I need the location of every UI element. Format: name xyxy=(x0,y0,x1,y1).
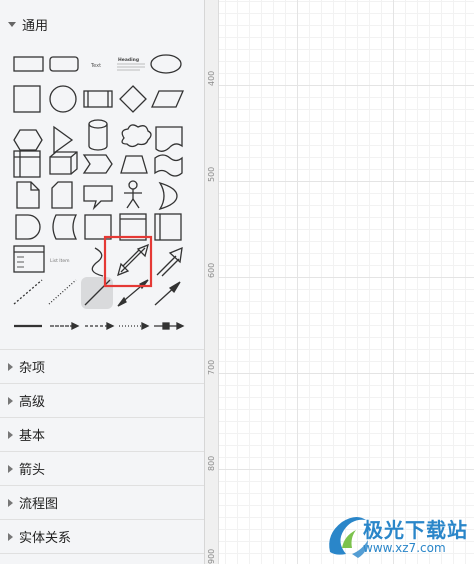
shape-delay[interactable] xyxy=(15,214,41,240)
shape-triangle[interactable] xyxy=(53,125,74,155)
shape-dashed-link-arrow[interactable] xyxy=(85,321,115,331)
shape-rounded-rectangle[interactable] xyxy=(49,56,79,72)
shape-square-2[interactable] xyxy=(84,214,112,240)
shape-curve[interactable] xyxy=(91,247,104,277)
shape-process[interactable] xyxy=(83,90,113,108)
shape-heading-textbox[interactable] xyxy=(117,63,145,71)
ruler-label-400: 400 xyxy=(207,70,216,86)
section-arrows-label: 箭头 xyxy=(19,463,46,478)
shape-parallelogram[interactable] xyxy=(151,90,184,108)
shape-internal-storage[interactable] xyxy=(13,150,41,178)
general-shapes-grid: Text Heading List Item xyxy=(13,54,185,331)
chevron-right-icon xyxy=(8,362,13,371)
shape-list[interactable] xyxy=(13,245,45,273)
shape-note[interactable] xyxy=(16,181,40,209)
shape-cube[interactable] xyxy=(49,151,78,175)
section-basic-label: 基本 xyxy=(19,429,46,444)
shape-link-arrow[interactable] xyxy=(50,321,80,331)
drawing-canvas[interactable] xyxy=(219,0,474,564)
shape-circle[interactable] xyxy=(49,85,77,113)
chevron-down-icon xyxy=(8,22,16,27)
shape-data-storage[interactable] xyxy=(52,214,78,240)
chevron-right-icon xyxy=(8,532,13,541)
shape-directional-connector[interactable] xyxy=(154,281,181,306)
ruler-label-900: 900 xyxy=(207,548,216,564)
shape-list-item-label: List Item xyxy=(50,258,70,264)
chevron-right-icon xyxy=(8,498,13,507)
shape-vertical-container[interactable] xyxy=(154,213,182,241)
section-general-header[interactable]: 通用 xyxy=(0,8,204,41)
shape-ellipse[interactable] xyxy=(150,54,182,74)
shape-text-label: Text xyxy=(90,63,101,69)
shape-cloud[interactable] xyxy=(121,124,152,148)
chevron-right-icon xyxy=(8,396,13,405)
shape-dotted-line[interactable] xyxy=(48,279,77,305)
chevron-right-icon xyxy=(8,464,13,473)
shape-step[interactable] xyxy=(82,154,113,174)
section-entity-relation-label: 实体关系 xyxy=(19,531,72,546)
chevron-right-icon xyxy=(8,430,13,439)
shape-heading-label: Heading xyxy=(118,57,139,63)
shape-trapezoid[interactable] xyxy=(120,155,148,174)
shape-tape[interactable] xyxy=(154,154,183,177)
ruler-label-500: 500 xyxy=(207,166,216,182)
watermark-url: www.xz7.com xyxy=(363,541,446,555)
shape-library-panel: 通用 Text Heading List Item 杂项 高级 基本 箭头 流程… xyxy=(0,0,205,564)
shape-square[interactable] xyxy=(13,85,41,113)
section-basic-header[interactable]: 基本 xyxy=(0,418,204,451)
shape-callout[interactable] xyxy=(83,185,113,211)
section-entity-relation-header[interactable]: 实体关系 xyxy=(0,520,204,553)
section-misc-label: 杂项 xyxy=(19,361,46,376)
ruler-label-600: 600 xyxy=(207,262,216,278)
watermark-text: 极光下载站 xyxy=(363,518,468,542)
section-arrows-header[interactable]: 箭头 xyxy=(0,452,204,485)
section-flowchart-label: 流程图 xyxy=(19,497,59,512)
section-flowchart-header[interactable]: 流程图 xyxy=(0,486,204,519)
shape-or[interactable] xyxy=(158,181,178,211)
shape-bidirectional-connector[interactable] xyxy=(117,279,149,307)
section-advanced-label: 高级 xyxy=(19,395,46,410)
shape-rectangle[interactable] xyxy=(13,56,44,72)
shape-cylinder[interactable] xyxy=(88,119,108,151)
shape-line-selected[interactable] xyxy=(81,277,113,309)
shape-hexagon[interactable] xyxy=(13,129,43,151)
shape-dashed-line[interactable] xyxy=(13,279,43,305)
shape-card[interactable] xyxy=(51,181,73,209)
shape-dotted-link-arrow[interactable] xyxy=(119,321,150,331)
shape-actor[interactable] xyxy=(124,180,142,209)
shape-arrow[interactable] xyxy=(156,246,183,277)
section-advanced-header[interactable]: 高级 xyxy=(0,384,204,417)
shape-connector-with-label[interactable] xyxy=(154,321,185,331)
shape-diamond[interactable] xyxy=(119,85,147,113)
ruler-label-800: 800 xyxy=(207,455,216,471)
ruler-label-700: 700 xyxy=(207,359,216,375)
section-misc-header[interactable]: 杂项 xyxy=(0,350,204,383)
shape-bidirectional-arrow[interactable] xyxy=(117,243,149,277)
shape-document-wave[interactable] xyxy=(155,126,183,152)
section-general-label: 通用 xyxy=(22,19,49,34)
section-divider xyxy=(0,553,204,554)
